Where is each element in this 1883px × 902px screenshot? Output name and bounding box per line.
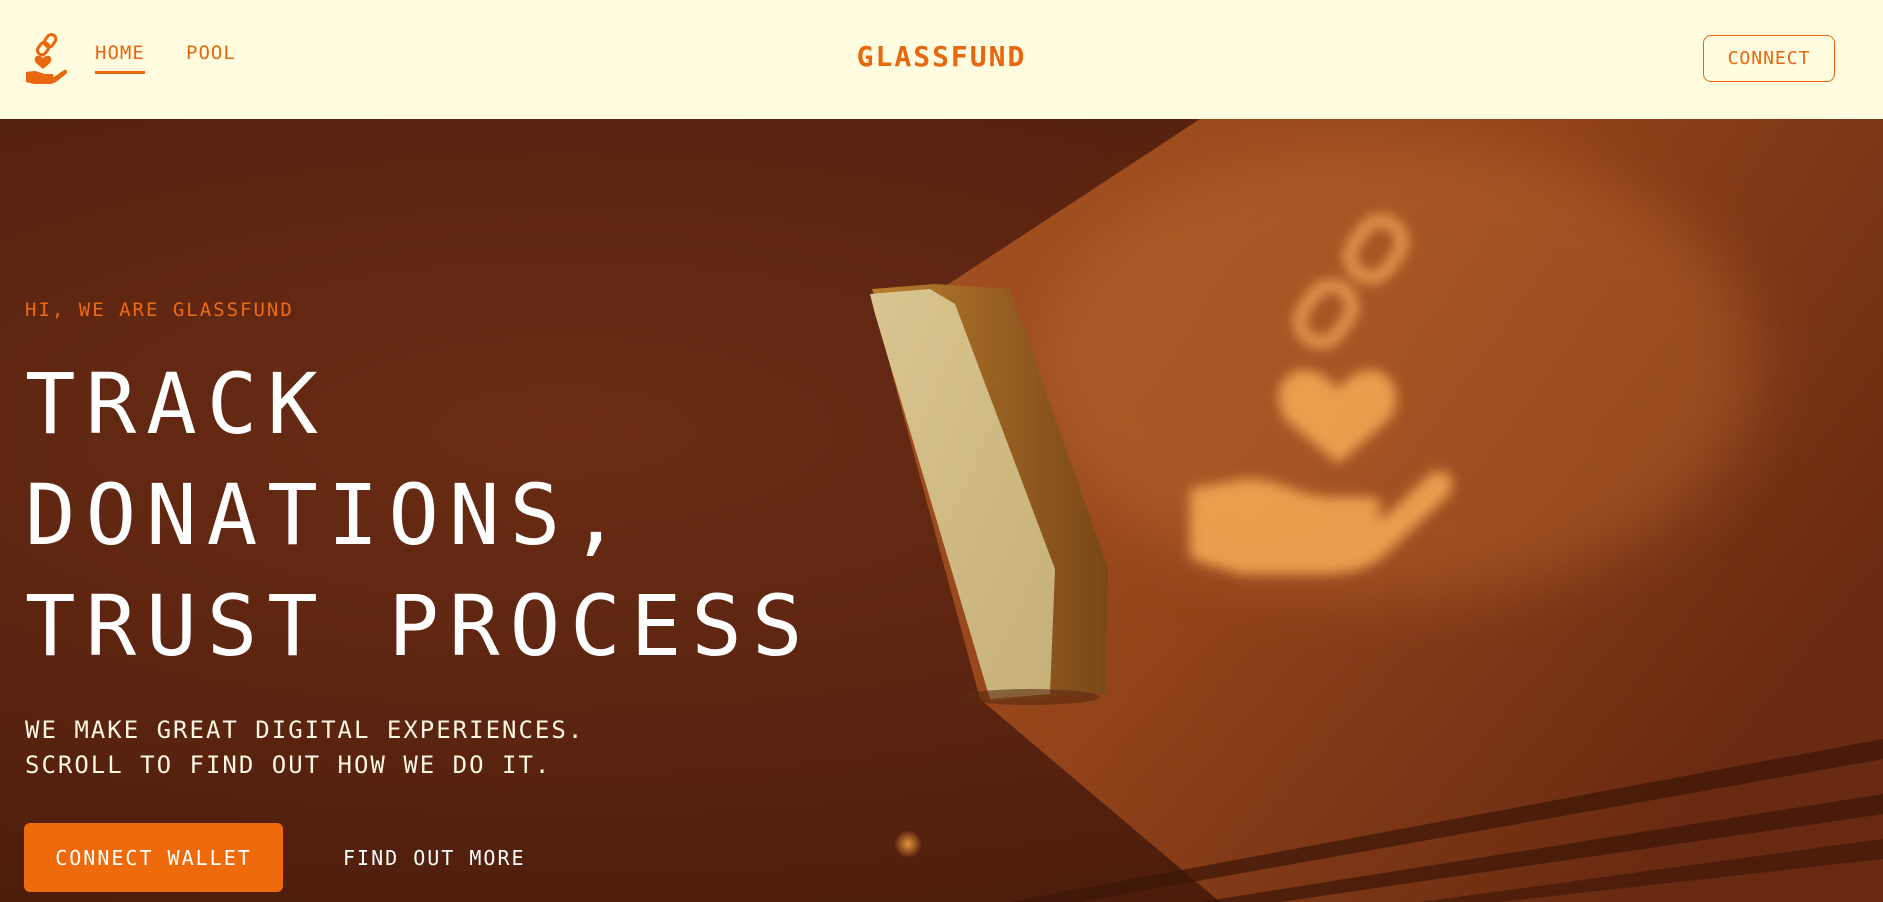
subtext-line: WE MAKE GREAT DIGITAL EXPERIENCES. xyxy=(25,716,585,744)
find-out-more-link[interactable]: FIND OUT MORE xyxy=(343,846,526,870)
hero-subtext: WE MAKE GREAT DIGITAL EXPERIENCES. SCROL… xyxy=(25,713,584,783)
headline-line: TRACK xyxy=(25,355,328,453)
nav-pool-link[interactable]: POOL xyxy=(186,42,236,64)
connect-wallet-button[interactable]: CONNECT WALLET xyxy=(24,823,283,892)
headline-line: DONATIONS, xyxy=(25,466,631,564)
hand-heart-chain-icon[interactable] xyxy=(24,32,68,86)
hero-eyebrow: HI, WE ARE GLASSFUND xyxy=(25,299,294,321)
headline-line: TRUST PROCESS xyxy=(25,577,813,675)
top-nav-bar: HOME POOL GLASSFUND CONNECT xyxy=(0,0,1883,119)
brand-title: GLASSFUND xyxy=(856,40,1027,73)
hero-headline: TRACK DONATIONS, TRUST PROCESS xyxy=(25,349,812,682)
connect-button[interactable]: CONNECT xyxy=(1703,35,1835,82)
subtext-line: SCROLL TO FIND OUT HOW WE DO IT. xyxy=(25,751,552,779)
hero-section: HI, WE ARE GLASSFUND TRACK DONATIONS, TR… xyxy=(0,119,1883,902)
nav-home-link[interactable]: HOME xyxy=(95,42,145,74)
